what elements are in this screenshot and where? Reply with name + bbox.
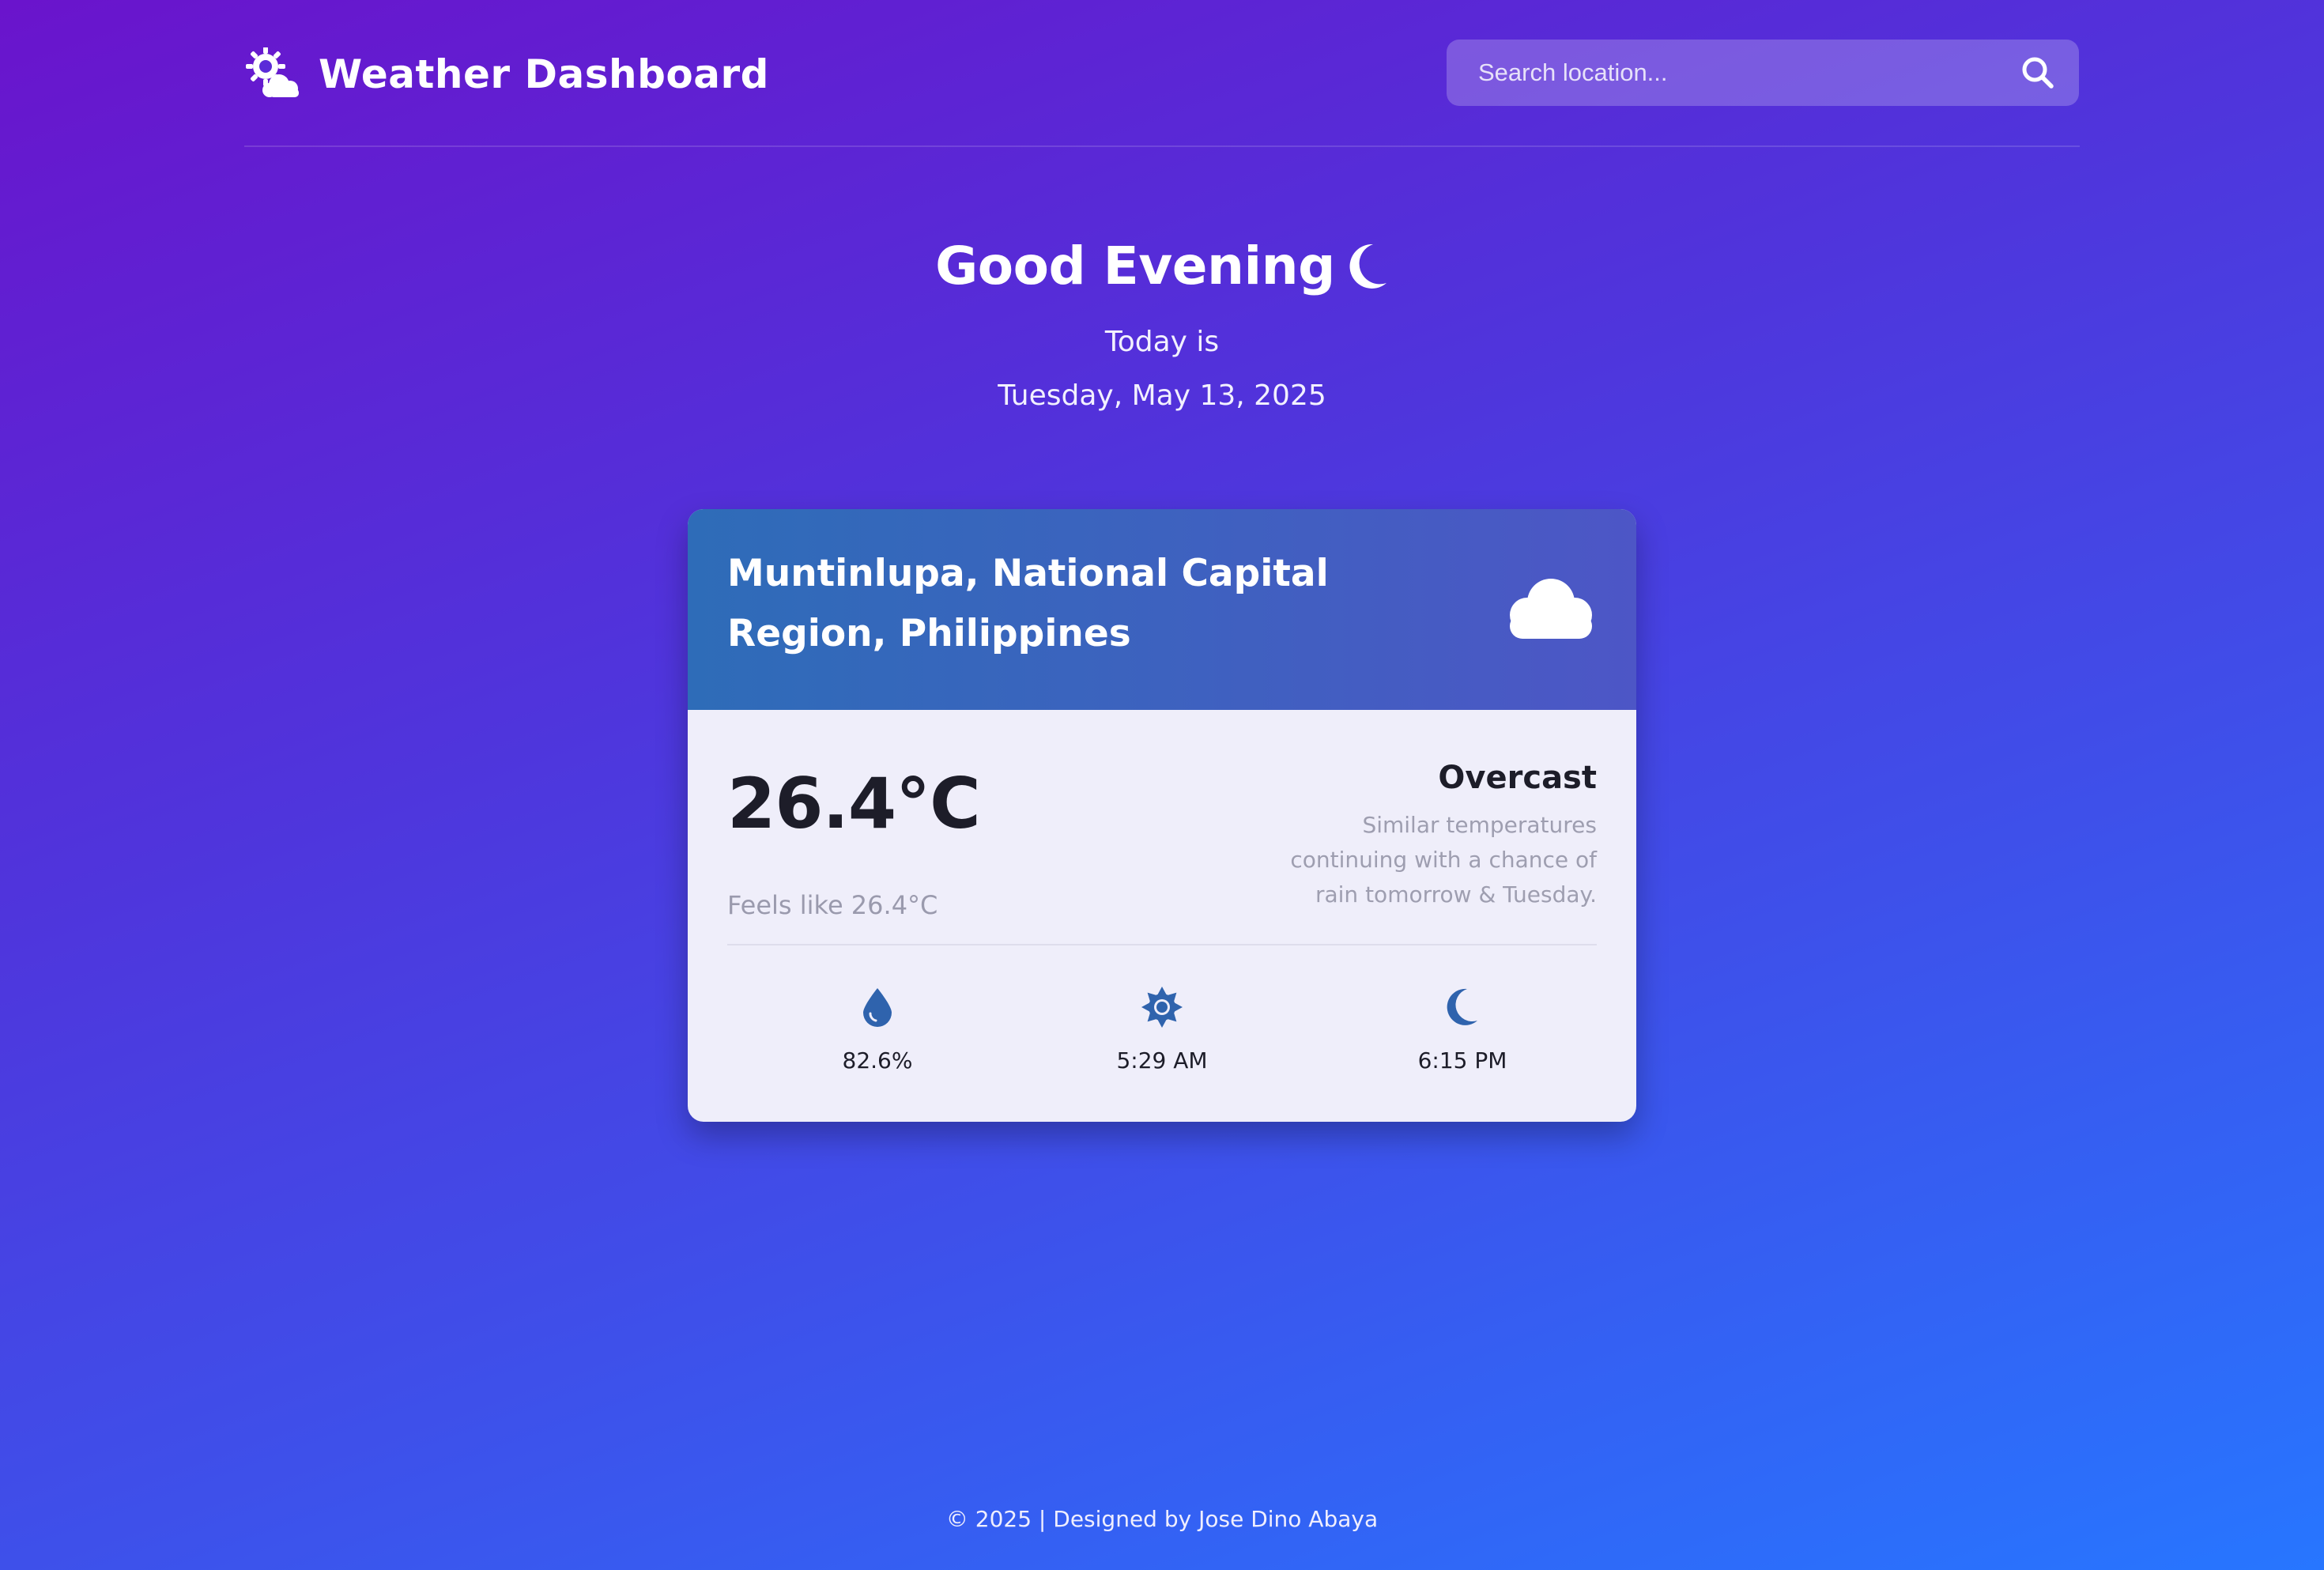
top-header: Weather Dashboard	[244, 40, 2080, 147]
greeting-section: Good Evening Today is Tuesday, May 13, 2…	[0, 231, 2324, 417]
today-label: Today is	[1104, 326, 1220, 358]
current-date: Tuesday, May 13, 2025	[998, 379, 1326, 412]
brand: Weather Dashboard	[244, 47, 769, 101]
app-title: Weather Dashboard	[319, 51, 769, 97]
search-icon	[2022, 57, 2054, 89]
weather-card: Muntinlupa, National Capital Region, Phi…	[688, 509, 1636, 1122]
sunrise-time: 5:29 AM	[1116, 1047, 1208, 1074]
temperature-value: 26.4°C	[727, 763, 981, 844]
sunrise-sun-icon	[1141, 987, 1183, 1028]
sunset-stat: 6:15 PM	[1344, 987, 1581, 1077]
sunset-moon-icon	[1447, 988, 1477, 1025]
search-input[interactable]	[1447, 40, 2000, 106]
greeting-text: Good Evening	[935, 236, 1335, 296]
search-button[interactable]	[2020, 55, 2055, 90]
feels-like: Feels like 26.4°C	[727, 890, 938, 920]
humidity-value: 82.6%	[842, 1047, 913, 1074]
moon-icon	[1349, 243, 1386, 289]
droplet-icon	[863, 988, 892, 1027]
search-box	[1447, 40, 2079, 106]
weather-card-header: Muntinlupa, National Capital Region, Phi…	[688, 509, 1636, 710]
location-name: Muntinlupa, National Capital Region, Phi…	[727, 552, 1329, 655]
cloud-icon	[1510, 579, 1592, 639]
card-divider	[727, 944, 1597, 945]
greeting-heading: Good Evening	[935, 231, 1389, 302]
humidity-stat: 82.6%	[759, 987, 996, 1077]
forecast-summary: Similar temperatures continuing with a c…	[1290, 812, 1597, 908]
weather-condition: Overcast	[1438, 760, 1597, 796]
sunset-time: 6:15 PM	[1417, 1047, 1507, 1074]
sun-cloud-icon	[246, 47, 299, 97]
footer-credit: © 2025 | Designed by Jose Dino Abaya	[945, 1506, 1379, 1532]
sunrise-stat: 5:29 AM	[1043, 987, 1281, 1077]
